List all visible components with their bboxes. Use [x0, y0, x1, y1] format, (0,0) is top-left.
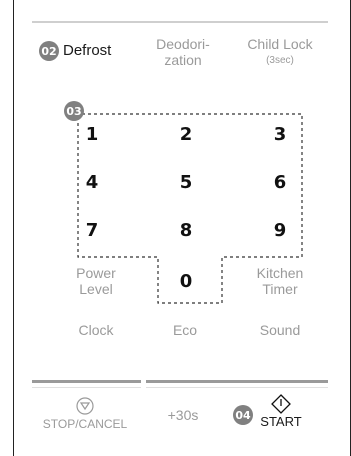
- stop-cancel-label: STOP/CANCEL: [42, 417, 128, 431]
- bottom-divider-left: [32, 380, 141, 383]
- kitchen-timer-button[interactable]: Kitchen Timer: [245, 265, 315, 297]
- power-level-button[interactable]: Power Level: [66, 265, 126, 297]
- stop-cancel-button[interactable]: STOP/CANCEL: [30, 396, 140, 432]
- keypad-callout-badge: 03: [64, 101, 84, 121]
- key-4[interactable]: 4: [78, 172, 106, 193]
- key-2[interactable]: 2: [172, 124, 200, 145]
- stop-icon: [76, 397, 94, 415]
- start-icon: [271, 394, 291, 414]
- bottom-divider-left-thin: [32, 387, 141, 388]
- sound-button[interactable]: Sound: [250, 322, 310, 338]
- key-9[interactable]: 9: [266, 220, 294, 241]
- clock-button[interactable]: Clock: [66, 322, 126, 338]
- kitchen-timer-line1: Kitchen: [256, 265, 304, 281]
- power-level-line1: Power: [76, 265, 116, 281]
- key-7[interactable]: 7: [78, 220, 106, 241]
- key-3[interactable]: 3: [266, 124, 294, 145]
- eco-button[interactable]: Eco: [160, 322, 210, 338]
- key-5[interactable]: 5: [172, 172, 200, 193]
- key-6[interactable]: 6: [266, 172, 294, 193]
- power-level-line2: Level: [79, 281, 113, 298]
- start-button[interactable]: START: [256, 393, 306, 430]
- plus-30s-button[interactable]: +30s: [158, 407, 208, 423]
- bottom-divider-right: [146, 380, 328, 383]
- key-8[interactable]: 8: [172, 220, 200, 241]
- bottom-divider-right-thin: [146, 387, 328, 388]
- start-callout-badge: 04: [233, 405, 253, 425]
- start-label: START: [260, 414, 302, 429]
- key-1[interactable]: 1: [78, 124, 106, 145]
- kitchen-timer-line2: Timer: [262, 281, 298, 298]
- key-0[interactable]: 0: [172, 271, 200, 292]
